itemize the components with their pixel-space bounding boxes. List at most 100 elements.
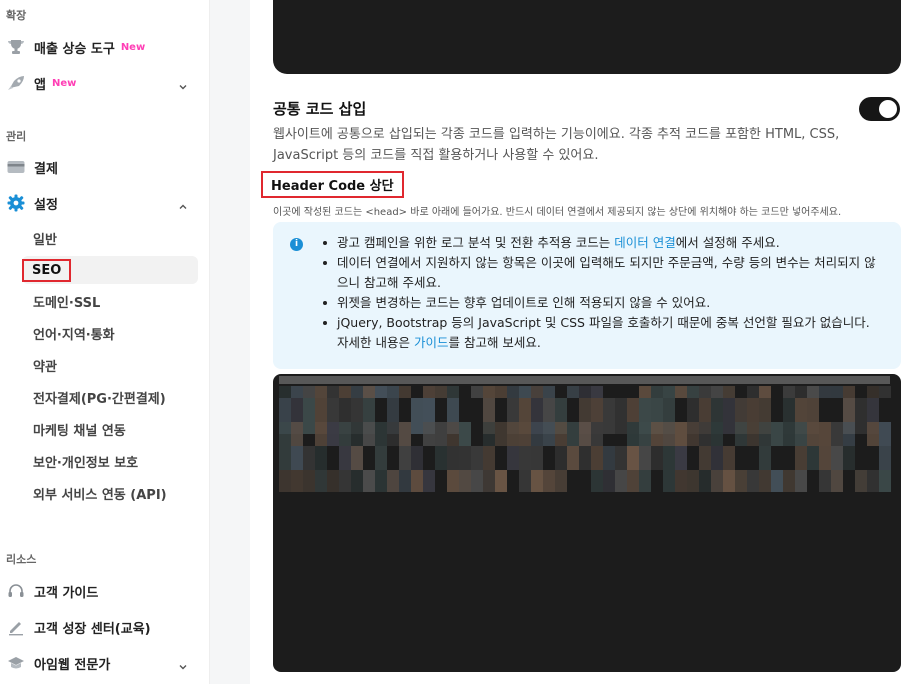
sidebar: 확장 매출 상승 도구 New 앱 New 관리 결제 설정 일반 SEO 도메… [0,0,210,684]
blur-block [879,422,891,446]
sidebar-item-apps[interactable]: 앱 New [0,69,200,97]
chevron-down-icon [178,77,188,90]
blur-block [459,470,471,492]
blur-block [435,386,447,398]
sidebar-item-label: 앱 [34,77,46,93]
blur-block [639,422,651,446]
blur-block [723,470,735,492]
blur-block [711,422,723,446]
blur-block [495,422,507,446]
blur-block [795,446,807,470]
new-badge: New [51,77,77,89]
chevron-up-icon [178,197,188,209]
blur-block [807,386,819,398]
blur-block [399,422,411,446]
blur-block [591,386,603,398]
blur-block [759,386,771,398]
settings-sub-terms[interactable]: 약관 [22,351,198,379]
blur-block [639,386,651,398]
blur-block [615,398,627,434]
sidebar-item-growth[interactable]: 고객 성장 센터(교육) [0,613,200,641]
settings-sub-security[interactable]: 보안·개인정보 보호 [22,447,198,475]
blur-block [843,422,855,446]
blur-block [303,386,315,398]
blur-block [675,470,687,492]
settings-sub-general[interactable]: 일반 [22,224,198,252]
blur-block [315,470,327,492]
blur-block [555,422,567,446]
blur-block [519,386,531,398]
blur-block [471,446,483,470]
previous-code-editor[interactable] [273,0,901,74]
header-code-editor[interactable] [273,374,901,672]
blur-block [639,470,651,492]
blur-block [339,446,351,470]
blur-block [663,470,675,492]
settings-sub-api[interactable]: 외부 서비스 연동 (API) [22,479,198,507]
blur-block [675,422,687,446]
editor-scrollbar[interactable] [279,376,890,384]
blur-block [483,386,495,398]
blur-block [519,470,531,492]
blur-block [363,422,375,446]
settings-sub-payment-gateway[interactable]: 전자결제(PG·간편결제) [22,383,198,411]
blur-block [579,386,591,398]
blur-block [387,386,399,398]
settings-sub-seo[interactable]: SEO [22,256,198,284]
common-code-toggle[interactable] [859,97,900,121]
blur-block [447,446,459,470]
sidebar-item-label: 매출 상승 도구 [34,41,115,57]
blur-block [291,386,303,398]
blur-block [279,470,291,492]
settings-sub-domain-ssl[interactable]: 도메인·SSL [22,287,198,315]
header-code-title: Header Code 상단 [261,171,404,198]
settings-sub-marketing[interactable]: 마케팅 채널 연동 [22,415,198,443]
blur-block [327,470,339,492]
header-code-note: 이곳에 작성된 코드는 <head> 바로 아래에 들어가요. 반드시 데이터 … [273,207,842,218]
blur-block [399,446,411,470]
settings-sub-language[interactable]: 언어·지역·통화 [22,319,198,347]
guide-link[interactable]: 가이드 [414,335,449,350]
blur-block [291,422,303,446]
info-text: 광고 캠페인을 위한 로그 분석 및 전환 추적용 코드는 [337,235,615,250]
blur-block [651,446,663,470]
blur-block [411,470,423,492]
blur-block [615,470,627,492]
blur-block [567,386,579,398]
blur-block [399,386,411,398]
section-label-manage: 관리 [6,130,27,143]
main-content: 공통 코드 삽입 웹사이트에 공통으로 삽입되는 각종 코드를 입력하는 기능이… [250,0,919,684]
blur-block [531,446,543,470]
sidebar-item-sales-tool[interactable]: 매출 상승 도구 New [0,33,200,61]
blur-block [567,422,579,446]
blur-block [375,422,387,446]
blur-block [579,446,591,470]
sidebar-item-guide[interactable]: 고객 가이드 [0,577,200,605]
blur-block [423,422,435,446]
blur-block [819,446,831,470]
sidebar-item-payment[interactable]: 결제 [0,153,200,181]
blur-block [447,422,459,446]
data-connection-link[interactable]: 데이터 연결 [614,235,675,250]
blur-block [711,386,723,398]
blur-block [687,422,699,446]
blur-block [435,446,447,470]
blur-block [411,446,423,470]
blur-block [795,386,807,398]
blur-block [315,422,327,446]
blur-block [459,422,471,446]
blur-block [351,422,363,446]
blur-block [303,470,315,492]
info-text: 에서 설정해 주세요. [675,235,780,250]
blur-block [627,470,639,492]
blur-block [411,398,423,434]
blur-block [435,422,447,446]
blur-block [687,470,699,492]
blur-block [735,422,747,446]
info-icon: i [290,238,303,251]
sidebar-item-expert[interactable]: 아임웹 전문가 [0,649,200,677]
sidebar-item-label: 아임웹 전문가 [34,657,111,673]
blur-block [519,446,531,470]
sidebar-item-settings[interactable]: 설정 [0,189,200,217]
card-icon [6,157,26,177]
